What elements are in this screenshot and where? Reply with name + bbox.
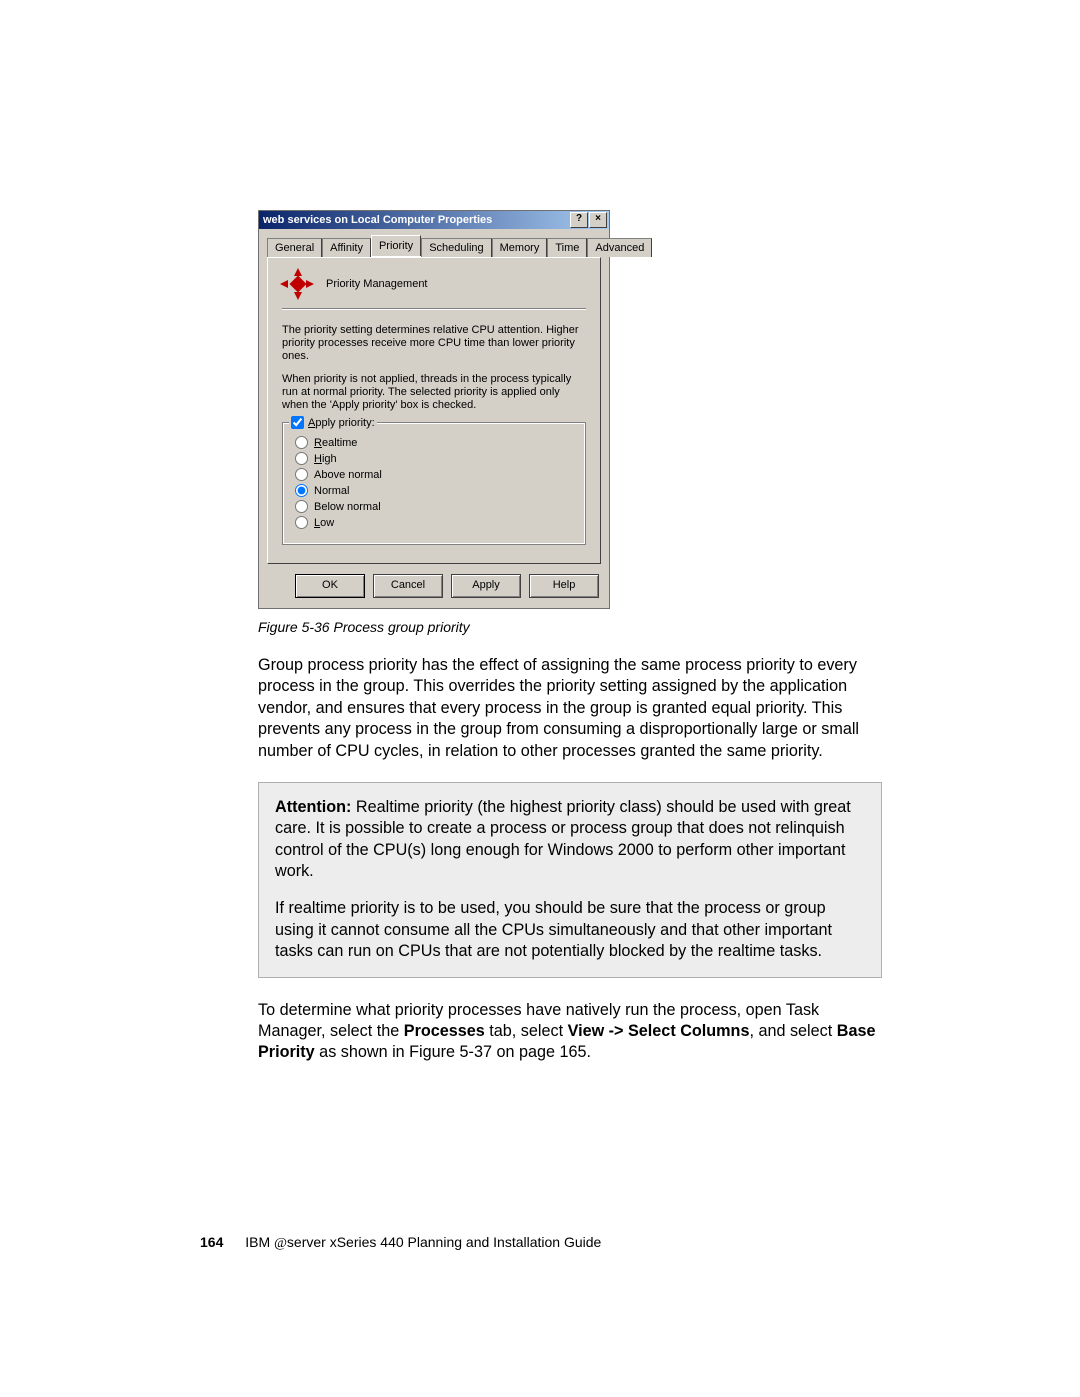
- panel-heading: Priority Management: [326, 278, 428, 290]
- para-task-manager: To determine what priority processes hav…: [258, 1000, 882, 1064]
- label-normal: Normal: [314, 485, 349, 497]
- figure-caption: Figure 5-36 Process group priority: [258, 619, 882, 635]
- apply-button[interactable]: Apply: [451, 574, 521, 598]
- attention-rest-1: Realtime priority (the highest priority …: [275, 798, 851, 880]
- help-button[interactable]: Help: [529, 574, 599, 598]
- attention-para-2: If realtime priority is to be used, you …: [275, 898, 865, 962]
- titlebar-close-button[interactable]: ×: [589, 212, 607, 228]
- apply-priority-group: Apply priority: Realtime High Above norm…: [282, 422, 586, 545]
- tab-strip: General Affinity Priority Scheduling Mem…: [267, 235, 601, 257]
- tab-advanced[interactable]: Advanced: [587, 238, 652, 257]
- radio-realtime[interactable]: [295, 436, 308, 449]
- radio-above-normal[interactable]: [295, 468, 308, 481]
- para-group-priority: Group process priority has the effect of…: [258, 655, 882, 762]
- label-high: High: [314, 453, 337, 465]
- tab-scheduling[interactable]: Scheduling: [421, 238, 491, 257]
- priority-desc-2: When priority is not applied, threads in…: [282, 373, 586, 412]
- footer-text: IBM @server xSeries 440 Planning and Ins…: [245, 1234, 601, 1250]
- priority-desc-1: The priority setting determines relative…: [282, 324, 586, 363]
- radio-normal[interactable]: [295, 484, 308, 497]
- attention-para-1: Attention: Realtime priority (the highes…: [275, 797, 865, 883]
- apply-priority-checkbox[interactable]: [291, 416, 304, 429]
- ok-button[interactable]: OK: [295, 574, 365, 598]
- tab-memory[interactable]: Memory: [492, 238, 548, 257]
- titlebar-help-button[interactable]: ?: [570, 212, 588, 228]
- priority-panel: Priority Management The priority setting…: [267, 257, 601, 564]
- tab-affinity[interactable]: Affinity: [322, 238, 371, 257]
- radio-low[interactable]: [295, 516, 308, 529]
- label-below-normal: Below normal: [314, 501, 381, 513]
- titlebar: web services on Local Computer Propertie…: [259, 211, 609, 229]
- apply-priority-label: Apply priority:: [308, 417, 375, 429]
- label-realtime: Realtime: [314, 437, 357, 449]
- attention-box: Attention: Realtime priority (the highes…: [258, 782, 882, 978]
- tab-general[interactable]: General: [267, 238, 322, 257]
- attention-lead: Attention:: [275, 798, 351, 816]
- priority-icon: [282, 270, 312, 298]
- label-low: Low: [314, 517, 334, 529]
- titlebar-text: web services on Local Computer Propertie…: [263, 214, 570, 226]
- tab-priority[interactable]: Priority: [371, 235, 421, 256]
- properties-dialog: web services on Local Computer Propertie…: [258, 210, 610, 609]
- page-number: 164: [200, 1234, 223, 1250]
- label-above-normal: Above normal: [314, 469, 382, 481]
- tab-time[interactable]: Time: [547, 238, 587, 257]
- page-footer: 164 IBM @server xSeries 440 Planning and…: [200, 1234, 601, 1252]
- cancel-button[interactable]: Cancel: [373, 574, 443, 598]
- radio-high[interactable]: [295, 452, 308, 465]
- radio-below-normal[interactable]: [295, 500, 308, 513]
